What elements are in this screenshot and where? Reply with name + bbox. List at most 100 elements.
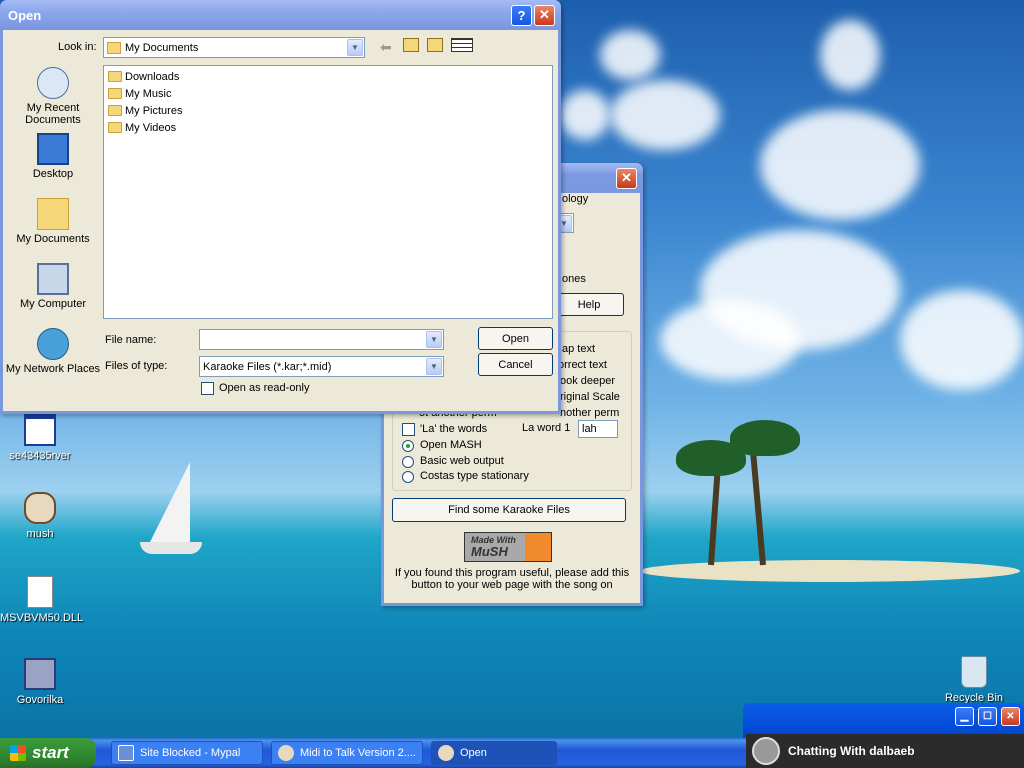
chat-notification[interactable]: Chatting With dalbaeb <box>746 734 1024 768</box>
la-word-input[interactable]: lah <box>578 420 618 438</box>
my-documents-icon <box>37 198 69 230</box>
my-documents-folder-icon <box>107 41 121 54</box>
radio-basic-web-output[interactable] <box>402 456 414 468</box>
maximize-icon[interactable]: ☐ <box>978 707 997 726</box>
help-icon[interactable]: ? <box>511 4 532 26</box>
close-icon[interactable]: ✕ <box>534 4 555 26</box>
folder-icon <box>108 71 122 82</box>
open-dialog: Open ? ✕ Look in: My Documents ▼ ⬅ My Re… <box>0 0 561 414</box>
start-label: start <box>32 743 69 762</box>
start-button[interactable]: start <box>0 738 96 768</box>
desktop-icon-msvbvm50[interactable]: MSVBVM50.DLL <box>0 576 83 624</box>
la-word-label: La word 1 <box>522 422 571 434</box>
read-only-label: Open as read-only <box>219 382 310 394</box>
dog-icon <box>24 492 56 524</box>
folder-icon <box>108 122 122 133</box>
desktop-icon-recycle-bin[interactable]: Recycle Bin <box>934 656 1014 704</box>
place-my-recent-documents[interactable]: My Recent Documents <box>3 67 103 126</box>
open-dialog-titlebar[interactable]: Open ? ✕ <box>0 0 561 30</box>
radio-costas-label: Costas type stationary <box>420 470 529 482</box>
midi-text-ones: ones <box>562 273 586 285</box>
place-desktop[interactable]: Desktop <box>3 133 103 180</box>
view-menu-icon[interactable] <box>451 38 473 52</box>
list-item[interactable]: Downloads <box>106 68 550 85</box>
place-label: My Documents <box>16 233 90 245</box>
badge-bottom-text: MuSH <box>471 544 508 559</box>
taskbar-item-site-blocked[interactable]: Site Blocked - Mypal <box>111 741 263 765</box>
chat-text: Chatting With dalbaeb <box>788 744 915 758</box>
look-in-dropdown[interactable]: My Documents ▼ <box>103 37 365 58</box>
island <box>640 560 1020 582</box>
list-item[interactable]: My Music <box>106 85 550 102</box>
windows-logo-icon <box>10 745 26 761</box>
network-globe-icon <box>37 328 69 360</box>
look-in-label: Look in: <box>58 41 97 53</box>
cancel-button[interactable]: Cancel <box>478 353 553 376</box>
new-folder-icon[interactable] <box>427 38 443 52</box>
dog-icon <box>278 745 294 761</box>
place-my-documents[interactable]: My Documents <box>3 198 103 245</box>
task-label: Site Blocked - Mypal <box>140 747 241 759</box>
radio-open-mash[interactable] <box>402 440 414 452</box>
close-icon[interactable]: ✕ <box>616 167 637 189</box>
file-name-label: File name: <box>105 334 157 346</box>
midi-footer-text: If you found this program useful, please… <box>394 567 630 591</box>
place-my-network-places[interactable]: My Network Places <box>3 328 103 375</box>
desktop-icon-mush[interactable]: mush <box>0 492 80 540</box>
desktop-icon-govorilka[interactable]: Govorilka <box>0 658 80 706</box>
file-name-input[interactable]: ▼ <box>199 329 444 350</box>
up-folder-icon[interactable] <box>403 38 419 52</box>
place-label: Desktop <box>32 168 74 180</box>
back-arrow-icon[interactable]: ⬅ <box>380 39 392 56</box>
desktop-icon-label: se43435rver <box>9 450 71 462</box>
desktop-icon-se43435rver[interactable]: se43435rver <box>0 414 80 462</box>
place-my-computer[interactable]: My Computer <box>3 263 103 310</box>
radio-basic-web-output-label: Basic web output <box>420 455 504 467</box>
minimize-icon[interactable]: ▁ <box>955 707 974 726</box>
avatar <box>752 737 780 765</box>
open-button[interactable]: Open <box>478 327 553 350</box>
sailboat-hull <box>140 542 202 554</box>
taskbar-item-open[interactable]: Open <box>431 741 557 765</box>
open-dialog-title: Open <box>8 7 42 23</box>
list-item[interactable]: My Videos <box>106 119 550 136</box>
taskbar-item-midi-to-talk[interactable]: Midi to Talk Version 2.... <box>271 741 423 765</box>
midi-text-riginal-scale: riginal Scale <box>560 391 620 403</box>
radio-costas-type-stationary[interactable] <box>402 471 414 483</box>
list-item[interactable]: My Pictures <box>106 102 550 119</box>
computer-program-icon <box>24 658 56 690</box>
task-label: Midi to Talk Version 2.... <box>300 747 416 759</box>
chevron-down-icon: ▼ <box>426 331 442 348</box>
folder-icon <box>108 88 122 99</box>
files-of-type-dropdown[interactable]: Karaoke Files (*.kar;*.mid) ▼ <box>199 356 444 377</box>
window-file-icon <box>24 414 56 446</box>
place-label: My Computer <box>19 298 87 310</box>
help-button[interactable]: Help <box>554 293 624 316</box>
files-of-type-label: Files of type: <box>105 360 168 372</box>
chat-popup[interactable]: ▁ ☐ ✕ <box>743 703 1024 738</box>
midi-text-ap-text: ap text <box>562 343 596 355</box>
files-of-type-value: Karaoke Files (*.kar;*.mid) <box>203 360 332 373</box>
file-name: My Music <box>125 87 172 100</box>
my-computer-icon <box>37 263 69 295</box>
la-words-checkbox[interactable] <box>402 423 415 436</box>
desktop-icon-label: Govorilka <box>16 694 64 706</box>
file-list[interactable]: Downloads My Music My Pictures My Videos <box>103 65 553 319</box>
midi-text-orrect-text: orrect text <box>558 359 607 371</box>
browser-icon <box>118 745 134 761</box>
folder-icon <box>108 105 122 116</box>
dll-file-icon <box>27 576 53 608</box>
file-name: My Videos <box>125 121 177 134</box>
place-label: My Network Places <box>5 363 101 375</box>
made-with-mush-badge[interactable]: Made With MuSH <box>464 532 552 562</box>
close-icon[interactable]: ✕ <box>1001 707 1020 726</box>
recycle-bin-icon <box>961 656 987 688</box>
file-name: My Pictures <box>125 104 183 117</box>
radio-open-mash-label: Open MASH <box>420 439 482 451</box>
read-only-checkbox[interactable] <box>201 382 214 395</box>
la-word-value: lah <box>582 423 597 435</box>
recent-documents-icon <box>37 67 69 99</box>
find-karaoke-files-button[interactable]: Find some Karaoke Files <box>392 498 626 522</box>
midi-text-ology: ology <box>562 193 589 205</box>
look-in-value: My Documents <box>125 41 199 54</box>
